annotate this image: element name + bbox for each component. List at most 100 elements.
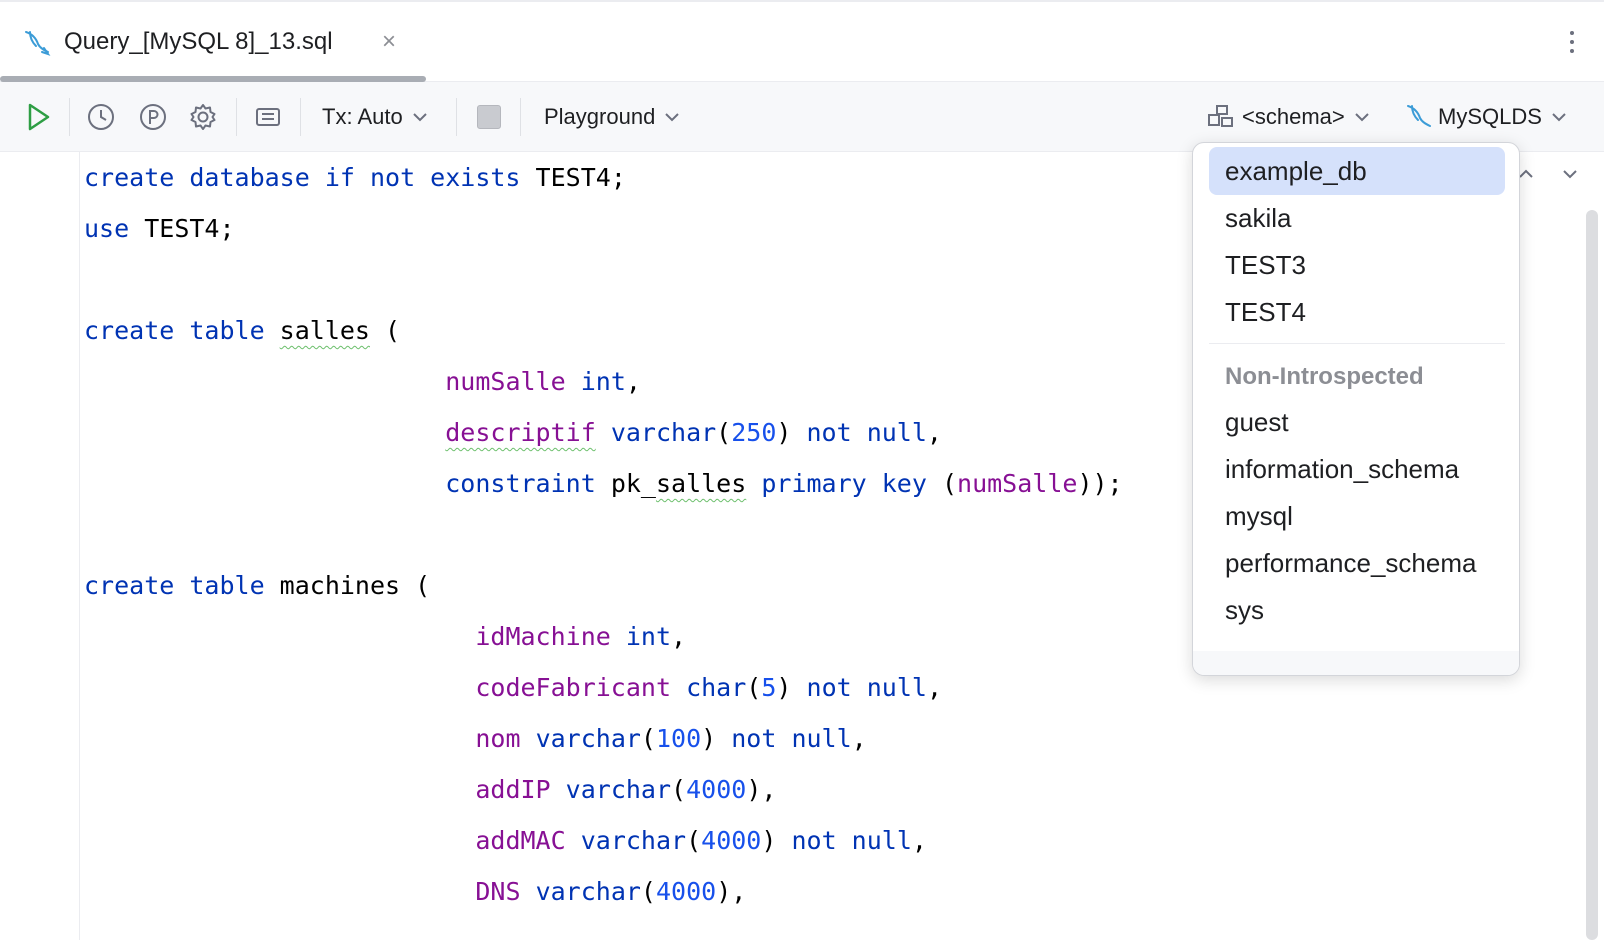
code-line[interactable]: nom varchar(100) not null, [84,713,867,765]
p-circle-icon [140,104,166,130]
tab-query-file[interactable]: Query_[MySQL 8]_13.sql × [0,2,426,82]
code-line[interactable]: numSalle int, [84,356,641,408]
close-icon[interactable]: × [382,28,396,56]
code-token: use [84,214,145,243]
tab-title: Query_[MySQL 8]_13.sql [64,28,333,55]
history-button[interactable] [84,96,118,138]
non-introspected-header: Non-Introspected [1225,363,1424,390]
datasource-selector[interactable]: MySQLDS [1404,96,1568,138]
code-line[interactable]: descriptif varchar(250) not null, [84,407,942,459]
code-token: ( [400,571,431,600]
code-token: char [686,673,747,702]
code-token: ( [671,775,687,804]
datasource-label: MySQLDS [1438,104,1542,129]
code-token: ) [776,418,807,447]
schema-selector[interactable]: <schema> [1206,96,1371,138]
code-line[interactable]: constraint pk_salles primary key (numSal… [84,458,1123,510]
layout-button[interactable] [250,96,286,138]
code-token: numSalle [445,367,566,396]
tx-label: Tx: Auto [322,104,403,129]
code-token: varchar [610,418,717,447]
code-token: ; [610,163,626,192]
schema-label: <schema> [1242,104,1345,129]
schema-option[interactable]: TEST3 [1209,241,1505,289]
gutter-divider [79,152,80,940]
code-token: , [625,367,641,396]
code-token: create table [84,316,280,345]
code-token: ; [219,214,235,243]
schema-option[interactable]: information_schema [1209,445,1505,493]
code-token: , [671,622,687,651]
chevron-down-icon[interactable] [1560,164,1580,184]
code-token: primary key [761,469,927,498]
code-token: numSalle [957,469,1078,498]
popup-footer [1193,651,1519,675]
code-token: )); [1077,469,1123,498]
code-line[interactable]: create table salles ( [84,305,400,357]
code-token: salles [655,469,747,498]
code-token: ( [640,724,656,753]
stop-icon [477,105,501,129]
code-token: addIP [475,775,551,804]
code-token: machines [279,571,401,600]
code-token: ( [716,418,732,447]
code-token: addMAC [475,826,566,855]
code-token: , [851,724,867,753]
code-token: ), [746,775,777,804]
code-line[interactable]: create database if not exists TEST4; [84,152,626,204]
parameters-button[interactable] [136,96,170,138]
code-token: int [580,367,626,396]
code-line[interactable]: codeFabricant char(5) not null, [84,662,942,714]
code-token: TEST4 [535,163,611,192]
code-token: 5 [761,673,777,702]
stop-button[interactable] [474,96,504,138]
code-token: ) [701,724,732,753]
code-token: 4000 [701,826,762,855]
code-line[interactable]: use TEST4; [84,203,235,255]
code-line[interactable]: idMachine int, [84,611,686,663]
chevron-down-icon [413,113,427,122]
mysql-dolphin-icon [1407,105,1431,127]
code-token: DNS [475,877,521,906]
code-token: not null [731,724,852,753]
code-token: varchar [535,877,641,906]
settings-button[interactable] [186,96,220,138]
code-line[interactable]: create table machines ( [84,560,430,612]
code-line[interactable]: addIP varchar(4000), [84,764,776,816]
code-token: 4000 [655,877,717,906]
result-navigation [1516,164,1580,184]
code-token: varchar [580,826,687,855]
code-token: ), [716,877,747,906]
code-line[interactable]: DNS varchar(4000), [84,866,746,918]
code-line[interactable]: addMAC varchar(4000) not null, [84,815,927,867]
schema-option[interactable]: TEST4 [1209,288,1505,336]
run-button[interactable] [20,96,56,138]
code-token: salles [279,316,370,345]
playground-label: Playground [544,104,656,129]
vertical-scrollbar[interactable] [1586,210,1598,940]
code-token: 250 [731,418,777,447]
chevron-down-icon [665,113,680,122]
schema-option[interactable]: sys [1209,586,1505,634]
schema-option[interactable]: performance_schema [1209,539,1505,587]
more-options-icon[interactable] [1562,26,1582,58]
transaction-mode-dropdown[interactable]: Tx: Auto [322,96,429,138]
code-token: ( [686,826,702,855]
schema-option[interactable]: guest [1209,398,1505,446]
playground-dropdown[interactable]: Playground [544,96,681,138]
schema-icon [1208,105,1233,127]
schema-option[interactable]: example_db [1209,147,1505,195]
schema-option[interactable]: mysql [1209,492,1505,540]
schema-option[interactable]: sakila [1209,194,1505,242]
